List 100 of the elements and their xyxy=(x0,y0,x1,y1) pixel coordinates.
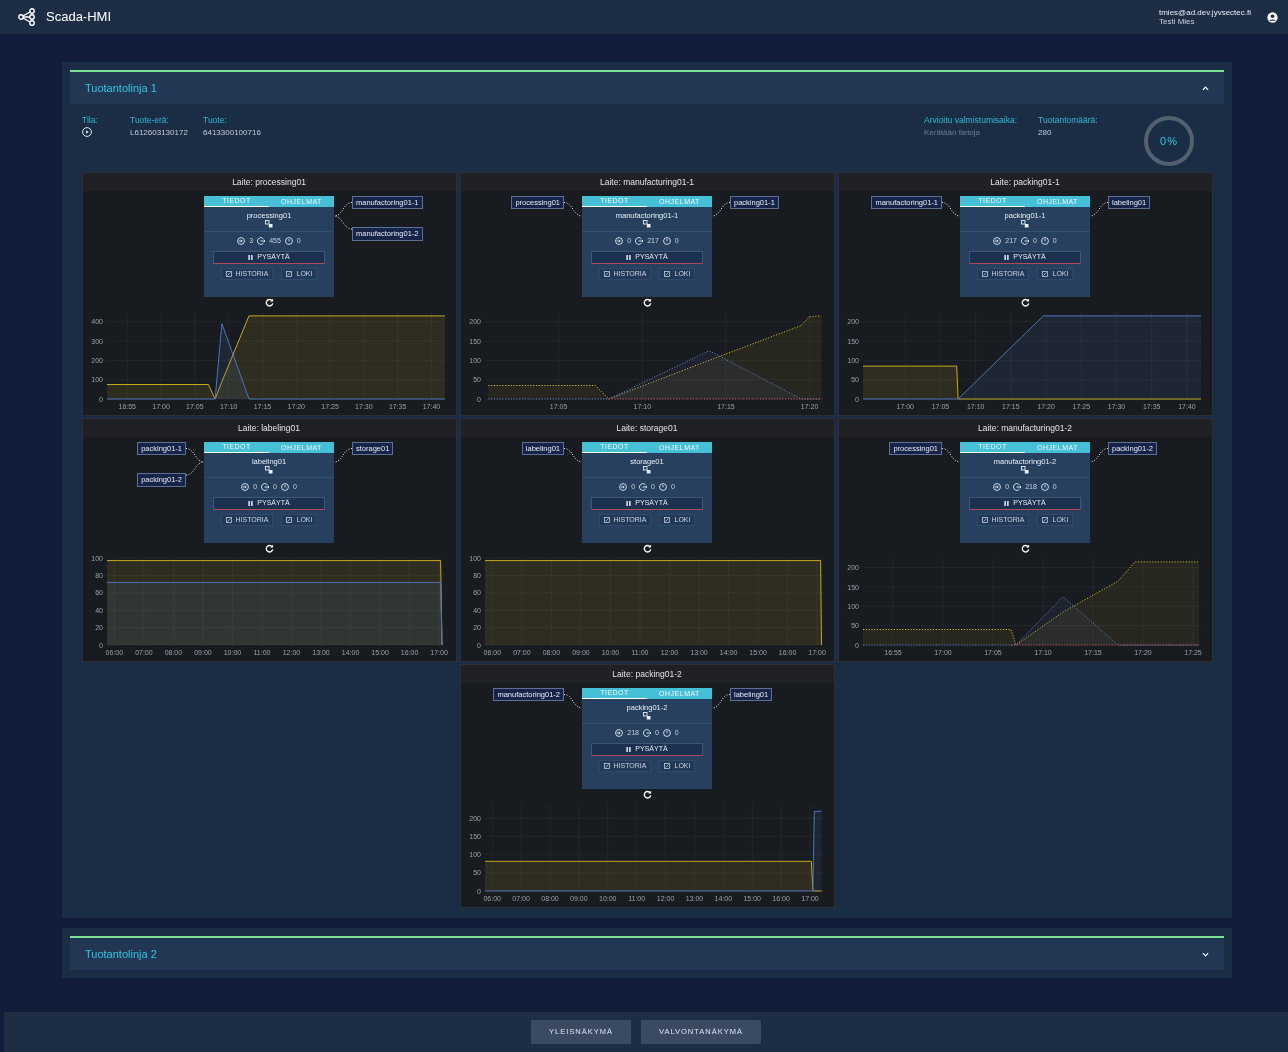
app-title: Scada-HMI xyxy=(46,8,112,27)
accordion-header[interactable]: Tuotantolinja 2 xyxy=(70,936,1224,970)
panel-title: Laite: packing01-2 xyxy=(460,665,834,683)
edit-icon xyxy=(286,516,293,523)
out-arrow-icon xyxy=(1020,237,1029,246)
field-value: 6413300100716 xyxy=(203,126,261,139)
device-icon xyxy=(1021,466,1029,474)
chevron-up-icon[interactable] xyxy=(1202,85,1209,91)
edit-icon xyxy=(603,762,610,769)
in-arrow-icon xyxy=(237,237,246,246)
edit-icon xyxy=(603,270,610,277)
field-label: Tuote-erä: xyxy=(130,114,169,127)
user-email: tmies@ad.dev.jyvsectec.fi xyxy=(1159,7,1251,17)
pause-icon xyxy=(626,746,632,752)
in-arrow-icon xyxy=(619,483,628,492)
refresh-icon[interactable] xyxy=(642,298,652,307)
accordion-title: Tuotantolinja 2 xyxy=(85,946,157,962)
pause-icon xyxy=(626,254,632,260)
connector-line xyxy=(942,448,960,463)
device-icon xyxy=(265,466,273,474)
pause-icon xyxy=(1004,500,1010,506)
connector-line xyxy=(334,215,352,230)
field-label: Tuote: xyxy=(203,114,227,127)
in-arrow-icon xyxy=(615,237,624,246)
edit-icon xyxy=(1042,516,1049,523)
device-icon xyxy=(643,220,651,228)
pause-icon xyxy=(248,254,254,260)
out-arrow-icon xyxy=(261,483,270,492)
panel-title: Laite: manufacturing01-1 xyxy=(460,173,834,191)
connector-line xyxy=(712,694,730,709)
connector-line xyxy=(564,202,582,217)
refresh-icon[interactable] xyxy=(642,544,652,553)
user-icon[interactable] xyxy=(1267,11,1278,23)
out-arrow-icon xyxy=(642,729,651,738)
clock-icon xyxy=(1040,483,1049,492)
in-arrow-icon xyxy=(241,483,250,492)
in-arrow-icon xyxy=(993,483,1002,492)
edit-icon xyxy=(981,270,988,277)
user-name: Testi Mies xyxy=(1159,17,1196,27)
edit-icon xyxy=(225,270,232,277)
connector-line xyxy=(186,461,204,476)
refresh-icon[interactable] xyxy=(1020,544,1030,553)
device-icon xyxy=(1021,220,1029,228)
clock-icon xyxy=(658,483,667,492)
clock-icon xyxy=(662,729,671,738)
chevron-down-icon[interactable] xyxy=(1202,951,1209,957)
play-circle-icon[interactable] xyxy=(82,126,92,137)
refresh-icon[interactable] xyxy=(642,790,652,799)
refresh-icon[interactable] xyxy=(264,298,274,307)
device-icon xyxy=(643,466,651,474)
progress-ring xyxy=(1142,114,1196,168)
connector-line xyxy=(564,448,582,463)
network-logo-icon xyxy=(18,8,38,26)
panel-title: Laite: packing01-1 xyxy=(838,173,1212,191)
edit-icon xyxy=(225,516,232,523)
connector-line xyxy=(334,202,352,217)
connector-line xyxy=(186,448,204,463)
edit-icon xyxy=(603,516,610,523)
field-label: Arvioitu valmistumisaika: xyxy=(924,114,1018,127)
accordion-header[interactable]: Tuotantolinja 1 xyxy=(70,70,1224,104)
edit-icon xyxy=(1042,270,1049,277)
connector-line xyxy=(334,448,352,463)
connector-line xyxy=(1090,448,1108,463)
refresh-icon[interactable] xyxy=(1020,298,1030,307)
edit-icon xyxy=(981,516,988,523)
connector-line xyxy=(942,202,960,217)
connector-line xyxy=(1090,202,1108,217)
panel-title: Laite: storage01 xyxy=(460,419,834,437)
clock-icon xyxy=(1040,237,1049,246)
edit-icon xyxy=(664,516,671,523)
device-icon xyxy=(643,712,651,720)
clock-icon xyxy=(284,237,293,246)
field-label: Tila: xyxy=(82,114,98,127)
edit-icon xyxy=(286,270,293,277)
field-value: 280 xyxy=(1038,126,1052,139)
refresh-icon[interactable] xyxy=(264,544,274,553)
panel-title: Laite: labeling01 xyxy=(82,419,456,437)
connector-line xyxy=(712,202,730,217)
out-arrow-icon xyxy=(639,483,648,492)
connector-line xyxy=(564,694,582,709)
panel-title: Laite: processing01 xyxy=(82,173,456,191)
in-arrow-icon xyxy=(993,237,1002,246)
in-arrow-icon xyxy=(615,729,624,738)
field-value: Kerätään tietoja xyxy=(924,126,981,139)
accordion-title: Tuotantolinja 1 xyxy=(85,80,157,96)
field-value: L612603130172 xyxy=(130,126,188,139)
edit-icon xyxy=(664,762,671,769)
pause-icon xyxy=(248,500,254,506)
out-arrow-icon xyxy=(257,237,266,246)
progress-text: 0% xyxy=(1160,133,1178,149)
panel-title: Laite: manufacturing01-2 xyxy=(838,419,1212,437)
edit-icon xyxy=(664,270,671,277)
clock-icon xyxy=(662,237,671,246)
out-arrow-icon xyxy=(1013,483,1022,492)
pause-icon xyxy=(626,500,632,506)
field-label: Tuotantomäärä: xyxy=(1038,114,1098,127)
device-icon xyxy=(265,220,273,228)
clock-icon xyxy=(280,483,289,492)
pause-icon xyxy=(1004,254,1010,260)
out-arrow-icon xyxy=(635,237,644,246)
